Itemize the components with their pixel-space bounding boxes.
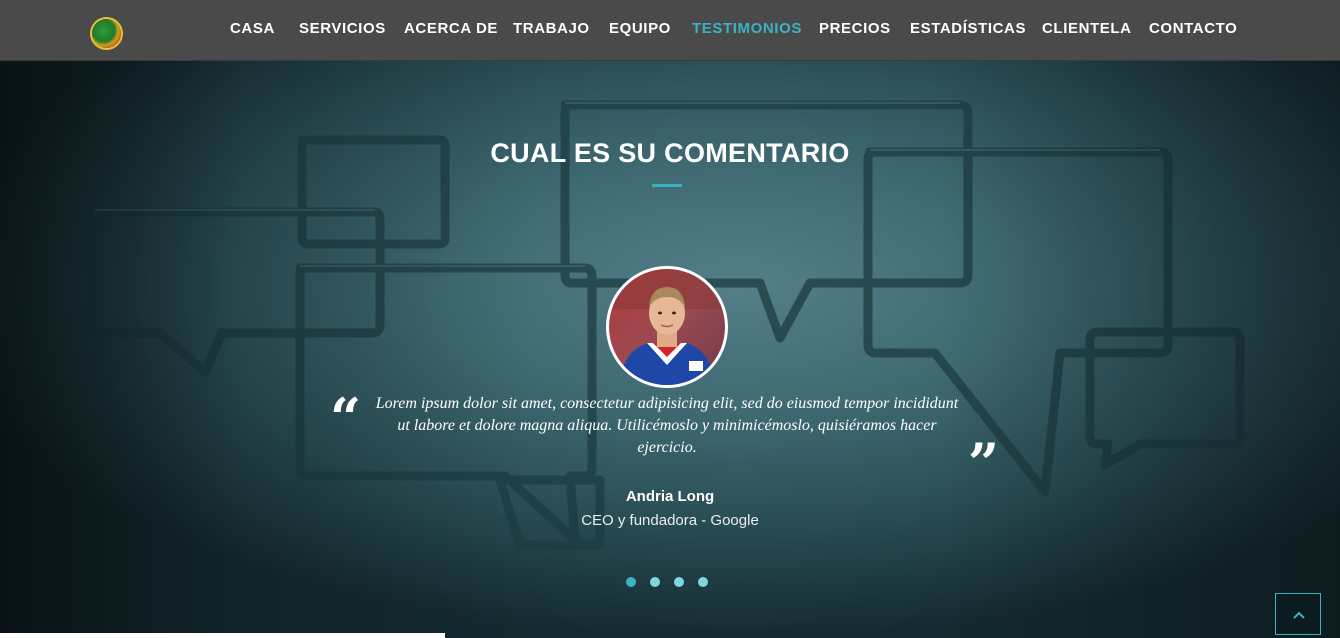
nav-item-acerca-de[interactable]: ACERCA DE [404, 20, 498, 38]
globe-logo-icon[interactable] [92, 19, 121, 48]
carousel-dot-4[interactable] [698, 577, 708, 587]
nav-item-testimonios[interactable]: TESTIMONIOS [692, 20, 802, 38]
quote-close-icon: ” [968, 431, 1000, 495]
nav-item-precios[interactable]: PRECIOS [819, 20, 891, 38]
navbar: CASA SERVICIOS ACERCA DE TRABAJO EQUIPO … [0, 0, 1340, 61]
nav-item-casa[interactable]: CASA [230, 20, 275, 38]
carousel-dot-1[interactable] [626, 577, 636, 587]
nav-item-trabajo[interactable]: TRABAJO [513, 20, 590, 38]
quote-open-icon: “ [330, 386, 362, 450]
testimonial-quote: Lorem ipsum dolor sit amet, consectetur … [375, 395, 959, 456]
title-underline [652, 184, 682, 187]
carousel-dot-2[interactable] [650, 577, 660, 587]
back-to-top-button[interactable] [1275, 593, 1321, 635]
testimonial-author-name: Andria Long [625, 488, 715, 505]
section-title: CUAL ES SU COMENTARIO [490, 138, 850, 168]
main-nav: CASA SERVICIOS ACERCA DE TRABAJO EQUIPO … [216, 0, 1240, 58]
page: CASA SERVICIOS ACERCA DE TRABAJO EQUIPO … [0, 0, 1340, 638]
page-bottom-strip [0, 633, 445, 638]
nav-item-servicios[interactable]: SERVICIOS [299, 20, 386, 38]
avatar [606, 266, 728, 388]
nav-item-clientela[interactable]: CLIENTELA [1042, 20, 1132, 38]
nav-item-equipo[interactable]: EQUIPO [609, 20, 671, 38]
carousel-dot-3[interactable] [674, 577, 684, 587]
nav-item-contacto[interactable]: CONTACTO [1149, 20, 1237, 38]
chevron-up-icon [1293, 611, 1305, 619]
testimonial-author-role: CEO y fundadora - Google [581, 512, 759, 529]
nav-item-estadisticas[interactable]: ESTADÍSTICAS [910, 20, 1026, 38]
person-photo-icon [609, 269, 725, 385]
